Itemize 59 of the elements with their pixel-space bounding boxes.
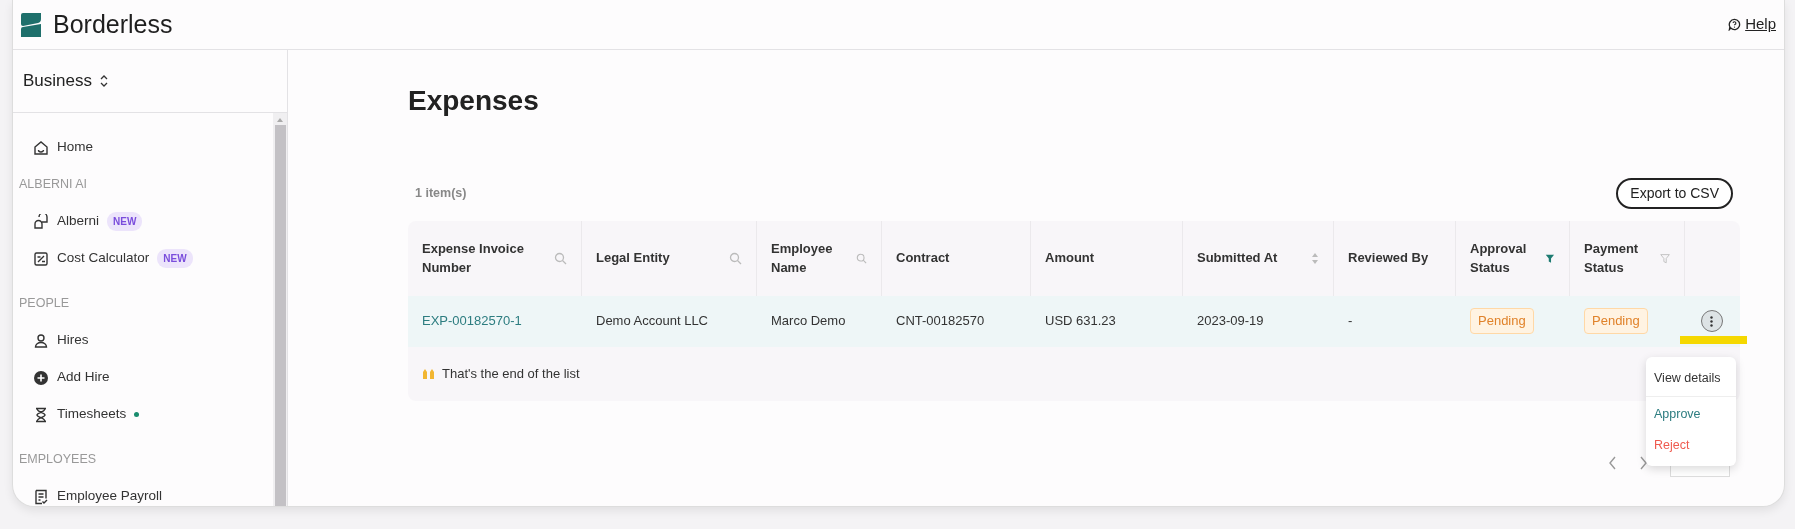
column-header: Approval Status <box>1470 239 1528 278</box>
table-cell-text: Marco Demo <box>771 312 846 331</box>
search-icon[interactable] <box>554 251 567 265</box>
page-title: Expenses <box>408 84 540 118</box>
more-button[interactable] <box>1700 310 1723 333</box>
sidebar-item[interactable]: Hires <box>19 322 273 359</box>
more-icon <box>1710 315 1713 327</box>
column-header: Submitted At <box>1197 249 1278 268</box>
menu-item[interactable]: Approve <box>1646 398 1736 430</box>
item-count: 1 item(s) <box>415 184 467 202</box>
new-badge: NEW <box>157 249 193 268</box>
column-header: Legal Entity <box>596 249 670 268</box>
table-cell-text: 2023-09-19 <box>1197 312 1264 331</box>
logo-icon <box>19 11 43 38</box>
calculator-icon <box>33 250 49 267</box>
section-heading: EMPLOYEES <box>19 451 98 469</box>
end-of-list-note: That's the end of the list <box>442 364 580 383</box>
table-cell-text: - <box>1348 312 1353 331</box>
new-badge: NEW <box>107 212 143 231</box>
person-icon <box>33 332 49 349</box>
column-header: Contract <box>896 249 950 268</box>
sidebar-item[interactable]: Alberni NEW <box>19 203 273 240</box>
help-icon <box>1728 18 1742 31</box>
home-icon <box>33 139 49 156</box>
menu-item[interactable]: View details <box>1646 363 1736 394</box>
section-heading: PEOPLE <box>19 295 71 313</box>
document-icon <box>33 488 49 505</box>
section-heading: ALBERNI AI <box>19 176 89 194</box>
scroll-up-icon[interactable] <box>276 117 284 123</box>
workspace-switcher[interactable]: Business <box>23 68 108 94</box>
search-icon[interactable] <box>729 251 742 265</box>
help-link[interactable]: Help <box>1728 13 1776 36</box>
search-icon[interactable] <box>856 251 867 265</box>
highlight-mark <box>1680 336 1747 344</box>
sort-icon[interactable] <box>1311 251 1319 265</box>
table-cell-text: Demo Account LLC <box>596 312 708 331</box>
next-page-icon[interactable] <box>1639 455 1648 470</box>
column-header: Employee Name <box>771 239 834 278</box>
column-header: Payment Status <box>1584 239 1640 278</box>
chevron-up-down-icon <box>100 75 108 87</box>
table-cell-text: CNT-00182570 <box>896 312 985 331</box>
brand-name: Borderless <box>53 8 173 40</box>
add-icon <box>33 369 49 386</box>
sidebar-item[interactable]: Timesheets <box>19 396 273 433</box>
sidebar-item[interactable]: Employee Payroll <box>19 478 273 506</box>
table-cell-text: USD 631.23 <box>1045 312 1116 331</box>
status-badge: Pending <box>1470 308 1534 334</box>
sidebar-item[interactable]: Home <box>19 129 273 166</box>
export-button[interactable]: Export to CSV <box>1616 177 1733 209</box>
column-header: Reviewed By <box>1348 249 1429 268</box>
invoice-link[interactable]: EXP-00182570-1 <box>422 311 522 331</box>
hourglass-icon <box>33 406 49 423</box>
scrollbar[interactable] <box>273 113 287 506</box>
sidebar-item[interactable]: Cost Calculator NEW <box>19 240 273 277</box>
sidebar-item[interactable]: Add Hire <box>19 359 273 396</box>
column-header: Amount <box>1045 249 1095 268</box>
previous-page-icon[interactable] <box>1608 455 1617 470</box>
column-header: Expense Invoice Number <box>422 239 525 278</box>
status-badge: Pending <box>1584 308 1648 334</box>
